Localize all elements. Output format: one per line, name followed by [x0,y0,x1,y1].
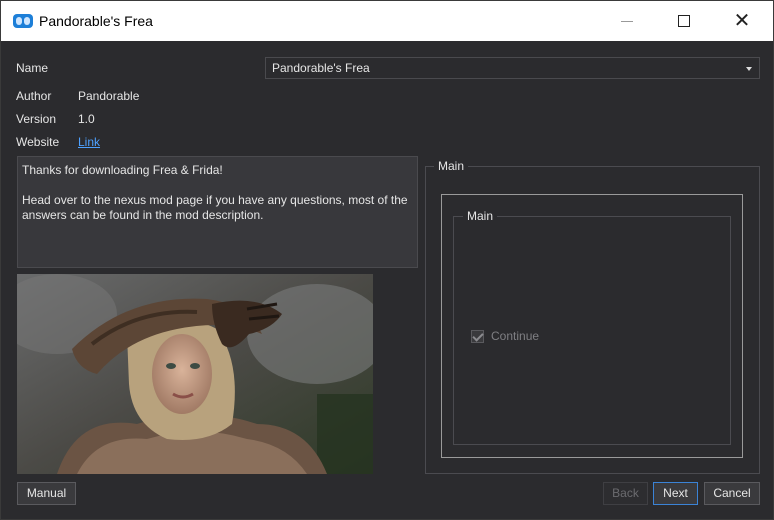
back-button[interactable]: Back [603,482,648,505]
manual-button[interactable]: Manual [17,482,76,505]
window-title: Pandorable's Frea [39,13,153,29]
character-portrait-image [17,274,373,474]
continue-label: Continue [491,329,540,343]
inner-group-title: Main [463,209,498,223]
title-bar[interactable]: Pandorable's Frea ✕ [1,1,773,41]
minimize-button[interactable] [604,1,650,41]
maximize-icon [678,15,690,27]
name-select[interactable]: Pandorable's Frea [265,57,760,79]
website-link[interactable]: Link [78,135,100,149]
mod-preview-image [17,274,373,474]
author-label: Author [16,89,52,103]
version-label: Version [16,112,57,126]
close-button[interactable]: ✕ [719,1,765,41]
app-logo-icon [13,14,33,28]
minimize-icon [621,21,633,22]
chevron-down-icon [746,67,752,71]
description-line-2: Head over to the nexus mod page if you h… [22,193,408,222]
cancel-button[interactable]: Cancel [704,482,760,505]
author-value: Pandorable [78,89,140,103]
outer-group-title: Main [434,159,469,173]
continue-checkbox[interactable] [471,329,484,343]
installer-window: Pandorable's Frea ✕ Name Pandorable's Fr… [0,0,774,520]
version-value: 1.0 [78,112,95,126]
description-line-1: Thanks for downloading Frea & Frida! [22,163,223,177]
continue-option[interactable]: Continue [471,329,539,343]
name-label: Name [16,61,49,75]
close-icon: ✕ [733,10,751,32]
next-button[interactable]: Next [653,482,698,505]
website-label: Website [16,135,60,149]
description-textbox[interactable]: Thanks for downloading Frea & Frida! Hea… [17,156,418,268]
name-select-value: Pandorable's Frea [272,61,370,75]
maximize-button[interactable] [661,1,707,41]
